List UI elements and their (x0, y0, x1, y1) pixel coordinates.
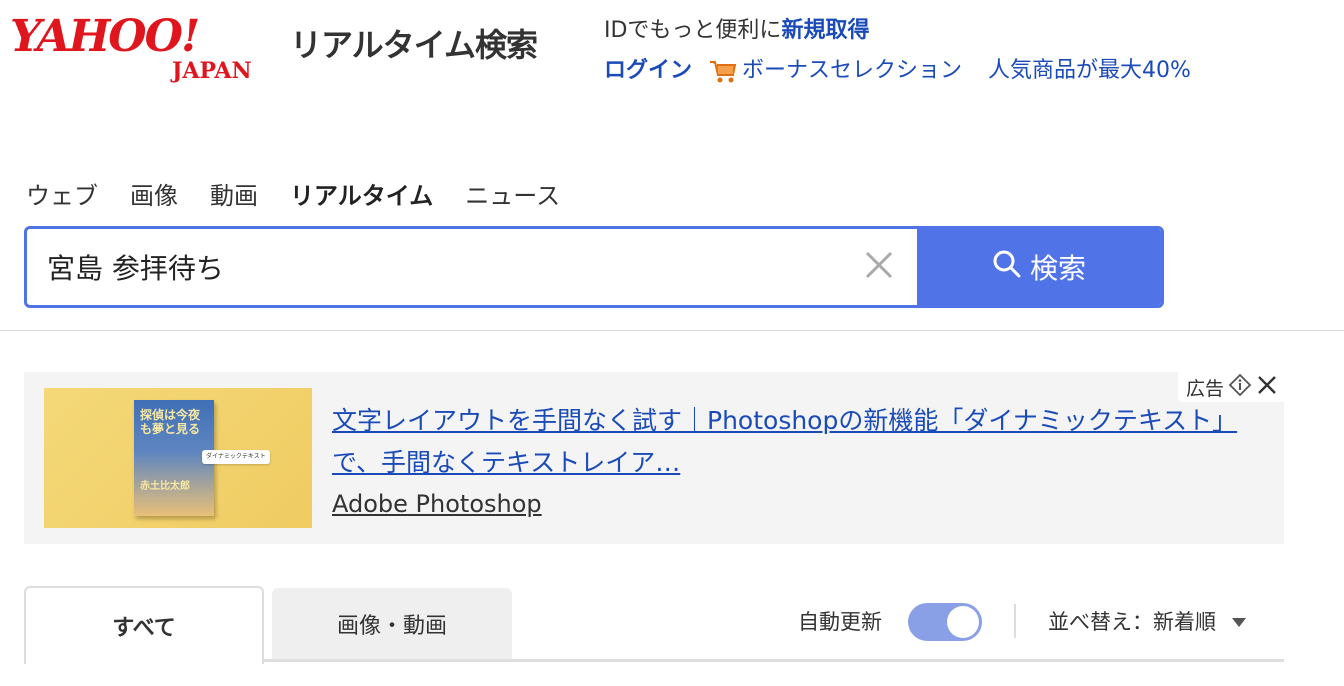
tab-news[interactable]: ニュース (465, 176, 560, 211)
popular-items-link[interactable]: 人気商品が最大40% (988, 54, 1191, 88)
ad-label: 広告 (1177, 372, 1284, 402)
logo-subtext: JAPAN (172, 58, 252, 84)
sort-label: 並べ替え：新着順 (1048, 610, 1216, 634)
yahoo-japan-logo[interactable]: YAHOO! JAPAN (10, 12, 286, 86)
tab-images[interactable]: 画像 (130, 176, 178, 211)
service-title[interactable]: リアルタイム検索 (290, 20, 538, 66)
tab-web[interactable]: ウェブ (26, 176, 98, 211)
tabs-underline (262, 659, 1284, 662)
search-bar: 検索 (24, 226, 1164, 308)
sort-caret-icon (1232, 617, 1246, 627)
book-cover-author: 赤土比太郎 (140, 481, 190, 492)
auto-update-label: 自動更新 (798, 610, 882, 634)
tab-realtime[interactable]: リアルタイム (290, 176, 433, 211)
search-icon (992, 249, 1030, 286)
id-prompt-text: IDでもっと便利に (604, 18, 782, 43)
dynamic-text-tag: ダイナミックテキスト (202, 450, 270, 464)
close-icon[interactable] (1252, 374, 1278, 401)
header-links: IDでもっと便利に新規取得 ログイン ボーナスセレクション 人気商品が最大40% (604, 14, 1191, 88)
search-type-tabs: ウェブ 画像 動画 リアルタイム ニュース (26, 176, 592, 211)
signup-link[interactable]: 新規取得 (781, 18, 869, 43)
toggle-knob (947, 606, 979, 638)
tab-videos[interactable]: 動画 (210, 176, 258, 211)
vertical-separator (1014, 604, 1016, 638)
info-icon[interactable] (1224, 373, 1252, 402)
account-links-row: ログイン ボーナスセレクション 人気商品が最大40% (604, 54, 1191, 88)
tab-all-results[interactable]: すべて (24, 586, 264, 664)
book-cover-title: 探偵は今夜も夢と見る (140, 408, 201, 436)
ad-title-link[interactable]: 文字レイアウトを手間なく試す｜Photoshopの新機能「ダイナミックテキスト」… (332, 400, 1272, 484)
search-button-label: 検索 (1029, 252, 1086, 285)
ad-block: 探偵は今夜も夢と見る 赤土比太郎 ダイナミックテキスト 文字レイアウトを手間なく… (24, 372, 1284, 544)
tab-images-videos[interactable]: 画像・動画 (272, 588, 512, 660)
id-prompt-row: IDでもっと便利に新規取得 (604, 14, 1191, 48)
bonus-selection-link[interactable]: ボーナスセレクション (742, 54, 962, 88)
header-divider (0, 330, 1344, 331)
search-button[interactable]: 検索 (917, 229, 1161, 305)
clear-button[interactable] (841, 229, 917, 305)
ad-thumbnail[interactable]: 探偵は今夜も夢と見る 赤土比太郎 ダイナミックテキスト (44, 388, 312, 528)
sort-dropdown[interactable]: 並べ替え：新着順 (1048, 606, 1246, 636)
ad-label-text: 広告 (1185, 377, 1224, 400)
cart-icon (708, 56, 738, 86)
search-input[interactable] (27, 229, 841, 305)
clear-icon (864, 250, 894, 284)
logo-wordmark: YAHOO! (10, 11, 200, 62)
login-link[interactable]: ログイン (604, 54, 692, 88)
auto-update-toggle[interactable] (908, 603, 982, 641)
ad-source-link[interactable]: Adobe Photoshop (332, 490, 542, 518)
